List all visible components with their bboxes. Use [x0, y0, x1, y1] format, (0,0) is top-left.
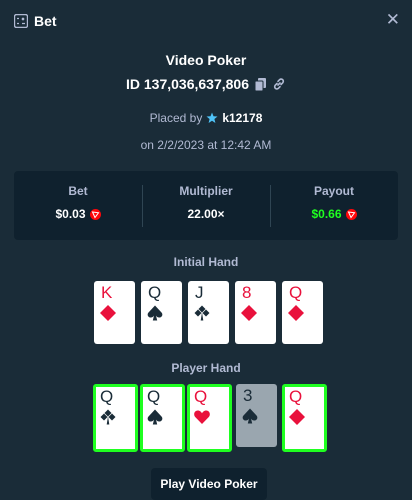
player-hand: Q Q Q 3 Q: [0, 384, 412, 452]
stat-bet: Bet $0.03: [14, 171, 142, 240]
diamonds-suit-icon: [241, 305, 257, 321]
playing-card: Q: [282, 384, 327, 452]
initial-hand-label: Initial Hand: [173, 255, 239, 269]
card-rank: Q: [289, 283, 303, 302]
clubs-suit-icon: [194, 305, 210, 321]
close-icon[interactable]: ✕: [386, 10, 400, 30]
playing-card: Q: [282, 281, 323, 344]
bet-id-row: ID 137,036,637,806: [0, 76, 412, 92]
playing-card: 8: [235, 281, 276, 344]
playing-card: Q: [141, 281, 182, 344]
tron-coin-icon: [345, 208, 357, 220]
stat-multiplier: Multiplier 22.00×: [142, 171, 270, 240]
game-name: Video Poker: [165, 52, 247, 68]
stat-payout: Payout $0.66: [270, 171, 398, 240]
spades-suit-icon: [242, 408, 258, 424]
tron-coin-icon: [89, 208, 101, 220]
playing-card: K: [94, 281, 135, 344]
modal-title: Bet: [34, 13, 57, 29]
payout-value: $0.66: [311, 207, 342, 221]
multiplier-label: Multiplier: [179, 184, 233, 198]
spades-suit-icon: [147, 409, 163, 425]
modal-header: Bet ✕: [0, 0, 412, 44]
play-video-poker-button[interactable]: Play Video Poker: [151, 468, 267, 500]
placed-by-row: Placed by k12178: [0, 111, 412, 125]
payout-value-row: $0.66: [311, 207, 357, 221]
card-rank: J: [195, 283, 204, 302]
clubs-suit-icon: [100, 409, 116, 425]
hearts-suit-icon: [194, 410, 210, 424]
playing-card: 3: [236, 384, 277, 447]
card-rank: Q: [147, 387, 161, 406]
playing-card: Q: [93, 384, 138, 452]
multiplier-value: 22.00×: [187, 207, 225, 221]
playing-card: J: [188, 281, 229, 344]
card-rank: K: [101, 283, 113, 302]
link-icon[interactable]: [272, 77, 286, 91]
bet-value: $0.03: [55, 207, 86, 221]
stats-panel: Bet $0.03 Multiplier 22.00× Payout $0.66: [14, 171, 398, 240]
payout-label: Payout: [313, 184, 354, 198]
diamonds-suit-icon: [288, 305, 304, 321]
spades-suit-icon: [147, 305, 163, 321]
playing-card: Q: [140, 384, 185, 452]
copy-icon[interactable]: [255, 77, 266, 91]
playing-card: Q: [187, 384, 232, 452]
card-rank: 8: [242, 283, 252, 302]
bet-label: Bet: [68, 184, 88, 198]
vip-star-icon: [206, 112, 218, 123]
bet-date: on 2/2/2023 at 12:42 AM: [140, 138, 272, 152]
diamonds-suit-icon: [289, 409, 305, 425]
player-hand-label: Player Hand: [171, 361, 241, 375]
username-link[interactable]: k12178: [222, 111, 262, 125]
diamonds-suit-icon: [100, 305, 116, 321]
card-rank: Q: [148, 283, 162, 302]
bet-slip-icon: [14, 14, 28, 28]
card-rank: Q: [194, 387, 208, 406]
bet-value-row: $0.03: [55, 207, 101, 221]
placed-by-label: Placed by: [149, 111, 203, 125]
card-rank: Q: [100, 387, 114, 406]
card-rank: Q: [289, 387, 303, 406]
bet-id: ID 137,036,637,806: [126, 76, 249, 92]
initial-hand: K Q J 8 Q: [0, 281, 412, 346]
card-rank: 3: [243, 386, 253, 405]
